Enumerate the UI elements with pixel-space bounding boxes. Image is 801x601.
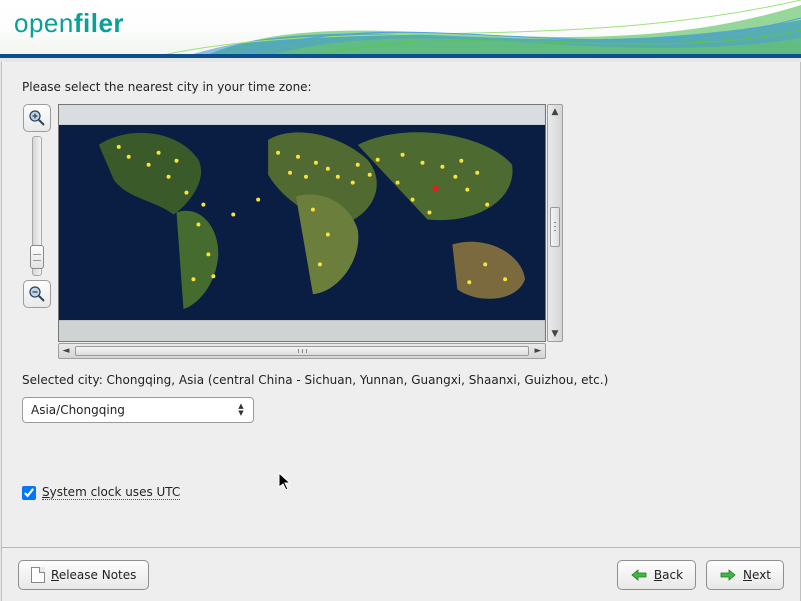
horizontal-scroll-thumb[interactable] xyxy=(75,346,529,356)
content-area: Please select the nearest city in your t… xyxy=(1,62,801,601)
zoom-in-button[interactable] xyxy=(23,104,51,132)
selected-city-label: Selected city: Chongqing, Asia (central … xyxy=(22,373,780,387)
document-icon xyxy=(31,567,45,583)
zoom-in-icon xyxy=(28,109,46,127)
map-horizontal-scrollbar[interactable]: ◄ ► xyxy=(58,343,546,359)
header-banner: openfiler xyxy=(0,0,801,58)
timezone-dropdown[interactable]: Asia/Chongqing ▲▼ xyxy=(22,397,254,423)
scroll-up-icon[interactable]: ▲ xyxy=(548,105,562,119)
release-notes-button[interactable]: Release Notes xyxy=(18,560,149,590)
zoom-slider-thumb[interactable] xyxy=(30,245,44,269)
back-button[interactable]: Back xyxy=(617,560,696,590)
scroll-right-icon[interactable]: ► xyxy=(531,344,545,358)
scroll-left-icon[interactable]: ◄ xyxy=(59,344,73,358)
utc-checkbox[interactable] xyxy=(22,486,36,500)
scroll-down-icon[interactable]: ▼ xyxy=(548,327,562,341)
footer: Release Notes Back Next xyxy=(2,547,800,601)
arrow-left-icon xyxy=(630,568,648,582)
zoom-out-button[interactable] xyxy=(23,280,51,308)
logo: openfiler xyxy=(14,8,124,39)
next-button[interactable]: Next xyxy=(706,560,784,590)
timezone-value: Asia/Chongqing xyxy=(31,403,125,417)
utc-checkbox-label[interactable]: System clock uses UTC xyxy=(42,485,180,500)
timezone-prompt: Please select the nearest city in your t… xyxy=(22,80,780,94)
world-map[interactable] xyxy=(58,104,546,342)
arrow-right-icon xyxy=(719,568,737,582)
dropdown-spinner-icon: ▲▼ xyxy=(233,400,249,420)
zoom-out-icon xyxy=(28,285,46,303)
vertical-scroll-thumb[interactable] xyxy=(550,207,560,247)
world-map-graphic xyxy=(59,105,545,342)
map-vertical-scrollbar[interactable]: ▲ ▼ xyxy=(547,104,563,342)
map-area: ▲ ▼ ◄ ► xyxy=(22,104,780,359)
zoom-slider[interactable] xyxy=(32,136,42,276)
